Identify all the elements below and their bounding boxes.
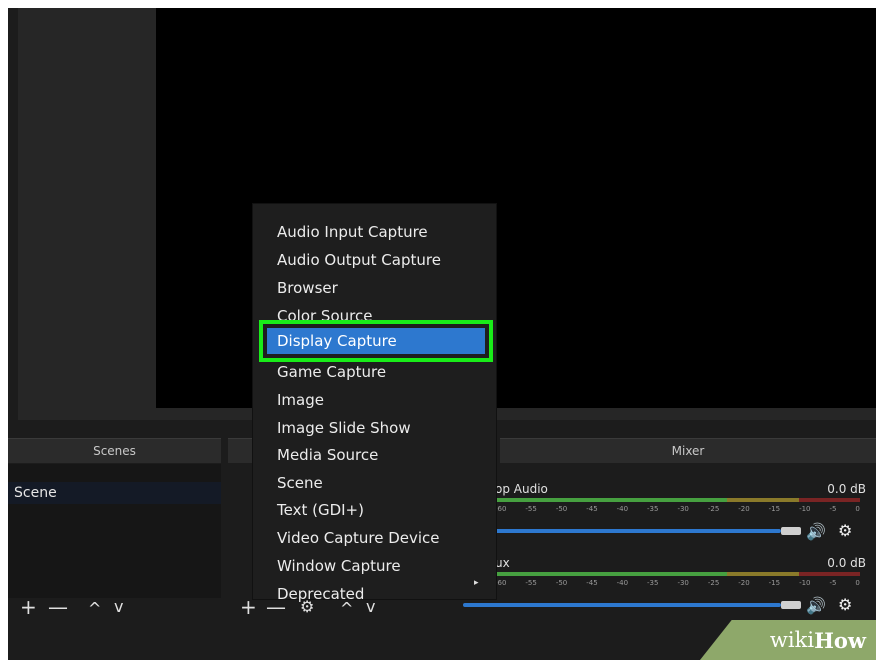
mixer-settings-icon[interactable]: ⚙ [838,597,852,613]
obs-window: Scenes Scene + — ^ v + — ⚙ ^ v Mixer op … [8,8,876,660]
volume-icon[interactable]: 🔊 [806,598,826,614]
volume-slider-handle[interactable] [781,601,801,609]
mixer-channel-db: 0.0 dB [827,482,866,496]
scene-list-item[interactable]: Scene [8,482,221,504]
preview-side-panel [18,8,156,420]
scenes-dock-title: Scenes [8,438,221,463]
meter-tick-label: -45 [586,505,598,513]
menu-item-image-slide-show[interactable]: Image Slide Show [277,415,411,441]
meter-tick-label: -55 [525,579,537,587]
meter-tick-label: 0 [855,505,860,513]
menu-item-video-capture-device[interactable]: Video Capture Device [277,525,440,551]
volume-slider[interactable] [463,529,781,533]
menu-item-image[interactable]: Image [277,387,324,413]
mixer-dock-title: Mixer [500,438,876,463]
meter-tick-label: -55 [525,505,537,513]
meter-tick-label: -40 [616,505,629,513]
scenes-list[interactable]: Scene [8,464,221,598]
add-source-button[interactable]: + [240,597,257,617]
meter-scale: -60 -55 -50 -45 -40 -35 -30 -25 -20 -15 -10 -5 0 [495,504,860,514]
menu-item-media-source[interactable]: Media Source [277,442,378,468]
audio-meter [495,498,860,502]
meter-tick-label: -45 [586,579,598,587]
menu-item-scene[interactable]: Scene [277,470,323,496]
meter-tick-label: -25 [707,505,720,513]
submenu-arrow-icon: ▸ [474,578,479,588]
meter-tick-label: -5 [829,579,837,587]
move-source-down-button[interactable]: v [366,597,375,617]
menu-item-color-source[interactable]: Color Source [277,303,372,329]
meter-tick-label: -20 [738,505,750,513]
add-source-context-menu: Audio Input Capture Audio Output Capture B… [252,203,497,603]
meter-tick-label: -5 [829,505,837,513]
meter-tick-label: -30 [677,579,689,587]
meter-tick-label: -50 [555,579,568,587]
meter-scale: -60 -55 -50 -45 -40 -35 -30 -25 -20 -15 -10 -5 0 [495,578,860,588]
mixer-channel-db: 0.0 dB [827,556,866,570]
mixer-channel-name: op Audio [495,482,548,496]
menu-item-display-capture[interactable]: Display Capture [259,320,493,362]
move-scene-down-button[interactable]: v [114,597,123,617]
meter-tick-label: -40 [616,579,629,587]
menu-item-deprecated[interactable]: Deprecated [277,581,364,607]
menu-item-game-capture[interactable]: Game Capture [277,359,386,385]
menu-item-audio-output-capture[interactable]: Audio Output Capture [277,247,441,273]
menu-item-text-gdi[interactable]: Text (GDI+) [277,497,364,523]
audio-meter [495,572,860,576]
add-scene-button[interactable]: + [20,597,37,617]
volume-icon[interactable]: 🔊 [806,524,826,540]
watermark-wiki-text: wiki [769,628,815,652]
meter-tick-label: 0 [855,579,860,587]
mixer-settings-icon[interactable]: ⚙ [838,523,852,539]
meter-tick-label: -10 [799,579,811,587]
watermark-how-text: How [814,627,866,653]
meter-tick-label: -10 [799,505,811,513]
meter-tick-label: -15 [768,579,781,587]
volume-slider[interactable] [463,603,781,607]
meter-tick-label: -35 [647,579,659,587]
meter-tick-label: -30 [677,505,689,513]
remove-scene-button[interactable]: — [48,597,68,617]
meter-tick-label: -50 [555,505,568,513]
mixer-channel-name: ux [495,556,510,570]
meter-tick-label: -25 [707,579,720,587]
menu-item-window-capture[interactable]: Window Capture [277,553,401,579]
menu-item-audio-input-capture[interactable]: Audio Input Capture [277,219,428,245]
meter-tick-label: -20 [738,579,750,587]
menu-item-browser[interactable]: Browser [277,275,338,301]
meter-tick-label: -35 [647,505,659,513]
move-scene-up-button[interactable]: ^ [88,599,101,619]
volume-slider-handle[interactable] [781,527,801,535]
meter-tick-label: -15 [768,505,781,513]
